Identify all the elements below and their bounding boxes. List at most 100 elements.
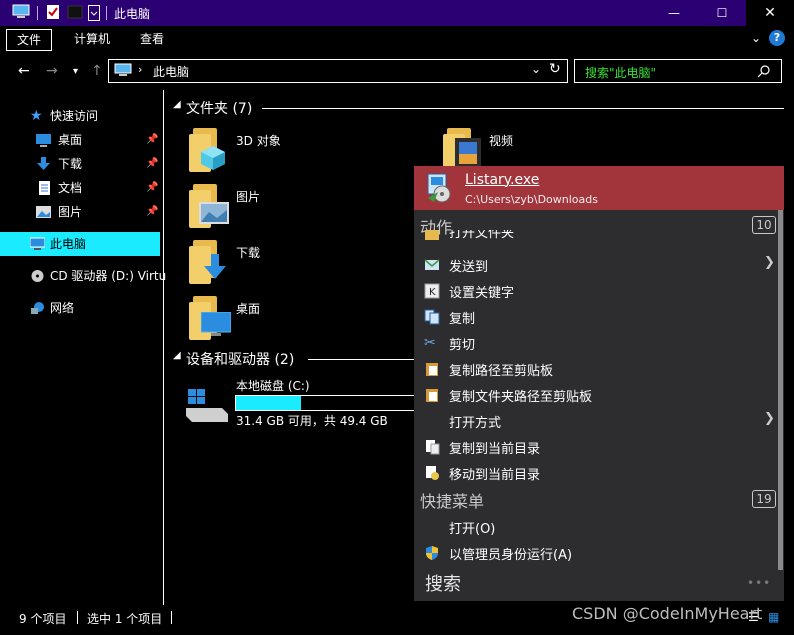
maximize-button[interactable]: ☐ [698,0,746,26]
copy-to-icon [424,439,440,455]
properties-icon[interactable] [44,4,62,20]
navigation-pane: ★ 快速访问 桌面 📌 下载 📌 文档 📌 图片 📌 此电脑 CD 驱动器 (D… [0,90,166,602]
search-placeholder: 搜索"此电脑" [585,66,657,80]
quick-menu-header: 快捷菜单 [420,492,485,511]
close-button[interactable]: ✕ [746,0,794,26]
action-send-to[interactable]: 发送到 ❯ [414,252,775,278]
drive-name[interactable]: 本地磁盘 (C:) [236,377,310,394]
collapse-icon[interactable]: ◢ [173,99,181,110]
back-icon[interactable]: ← [18,63,30,79]
sidebar-item-documents[interactable]: 文档 📌 [0,176,160,200]
action-copy-folder-path[interactable]: 复制文件夹路径至剪贴板 [414,382,769,408]
search-result-item[interactable]: Listary.exe C:\Users\zyb\Downloads [414,166,784,210]
submenu-arrow-icon: ❯ [764,411,775,426]
copy-icon [424,309,440,325]
folder-icon [424,230,440,242]
installer-icon [427,173,451,203]
address-dropdown-icon[interactable]: ⌄ [531,62,541,76]
folder-desktop-icon[interactable] [189,296,231,340]
folder-label[interactable]: 下载 [236,244,260,261]
folder-label[interactable]: 图片 [236,188,260,205]
refresh-icon[interactable]: ↻ [549,61,561,77]
quick-run-as-admin[interactable]: 以管理员身份运行(A) [414,540,769,566]
pictures-icon [36,206,51,218]
help-icon[interactable]: ? [769,30,785,46]
breadcrumb-chevron-icon: › [138,63,143,76]
large-icons-view-icon[interactable]: ▦ [768,610,779,624]
more-icon[interactable]: ••• [747,576,771,590]
quick-menu-count-badge: 19 [752,490,776,508]
sidebar-item-network[interactable]: 网络 [0,296,160,320]
quick-open[interactable]: 打开(O) [414,514,769,540]
network-icon [31,302,44,314]
search-input[interactable]: 搜索"此电脑" [574,59,782,83]
action-move-to-current[interactable]: 移动到当前目录 [414,460,769,486]
folder-pictures-icon[interactable] [189,184,229,228]
listary-popup: Listary.exe C:\Users\zyb\Downloads 动作 10… [414,166,784,601]
folder-label[interactable]: 桌面 [236,300,260,317]
sidebar-item-cd-drive[interactable]: CD 驱动器 (D:) Virtu [0,264,166,288]
group-divider [262,108,784,109]
folder-downloads-icon[interactable] [189,240,229,284]
this-pc-icon [12,4,30,18]
action-set-keyword[interactable]: K 设置关键字 [414,278,769,304]
ribbon-expand-icon[interactable]: ⌄ [751,31,761,45]
clipboard-icon [424,387,440,403]
recent-locations-icon[interactable]: ▾ [73,66,78,77]
this-pc-icon [30,237,45,250]
pin-icon[interactable]: 📌 [146,200,158,224]
folders-group-header[interactable]: 文件夹 (7) [186,98,252,118]
this-pc-icon [114,63,132,76]
action-open-with[interactable]: 打开方式 ❯ [414,408,775,434]
result-name: Listary.exe [465,172,540,188]
sidebar-item-desktop[interactable]: 桌面 📌 [0,128,160,152]
pin-icon[interactable]: 📌 [146,152,158,176]
devices-group-header[interactable]: 设备和驱动器 (2) [186,349,294,369]
tab-file[interactable]: 文件 [6,29,53,51]
pin-icon[interactable]: 📌 [146,128,158,152]
tab-computer[interactable]: 计算机 [64,29,120,49]
search-icon[interactable] [757,64,771,78]
action-open-folder[interactable]: 打开文件夹 [414,230,769,248]
folder-3d-objects-icon[interactable] [189,128,229,172]
folder-label[interactable]: 3D 对象 [236,132,281,149]
sidebar-item-pictures[interactable]: 图片 📌 [0,200,160,224]
tab-view[interactable]: 查看 [130,29,174,49]
send-to-icon [424,257,440,273]
address-bar[interactable]: › 此电脑 ⌄ ↻ [108,59,568,83]
action-copy[interactable]: 复制 [414,304,769,330]
title-bar: 此电脑 — ☐ ✕ [0,0,794,26]
pane-divider[interactable] [163,90,164,605]
move-to-icon [424,465,440,481]
customize-qat-icon[interactable] [88,5,100,21]
shield-icon [424,545,440,561]
search-label[interactable]: 搜索 [425,570,461,596]
new-folder-icon[interactable] [66,4,84,20]
result-path: C:\Users\zyb\Downloads [465,193,598,206]
action-copy-to-current[interactable]: 复制到当前目录 [414,434,769,460]
minimize-button[interactable]: — [650,0,698,26]
sidebar-item-this-pc[interactable]: 此电脑 [0,232,160,256]
breadcrumb[interactable]: 此电脑 [153,63,189,80]
scissors-icon: ✂ [424,335,436,351]
clipboard-icon [424,361,440,377]
collapse-icon[interactable]: ◢ [173,350,181,361]
forward-icon[interactable]: → [46,63,58,79]
selection-count: 选中 1 个项目 [87,612,163,626]
sidebar-item-quick-access[interactable]: ★ 快速访问 [0,104,160,128]
cd-drive-icon [31,270,44,282]
document-icon [39,181,50,195]
local-disk-icon[interactable] [184,388,230,424]
popup-scrollbar[interactable] [778,210,783,570]
download-icon [37,157,50,170]
pin-icon[interactable]: 📌 [146,176,158,200]
up-icon[interactable]: ↑ [91,63,103,79]
address-row: ← → ▾ ↑ › 此电脑 ⌄ ↻ 搜索"此电脑" [0,57,794,85]
folder-label[interactable]: 视频 [489,132,513,149]
action-cut[interactable]: ✂ 剪切 [414,330,769,356]
action-copy-path[interactable]: 复制路径至剪贴板 [414,356,769,382]
drive-usage-bar [235,395,415,411]
sidebar-item-downloads[interactable]: 下载 📌 [0,152,160,176]
watermark: CSDN @CodeInMyHeart [572,604,763,623]
star-icon: ★ [30,108,43,124]
